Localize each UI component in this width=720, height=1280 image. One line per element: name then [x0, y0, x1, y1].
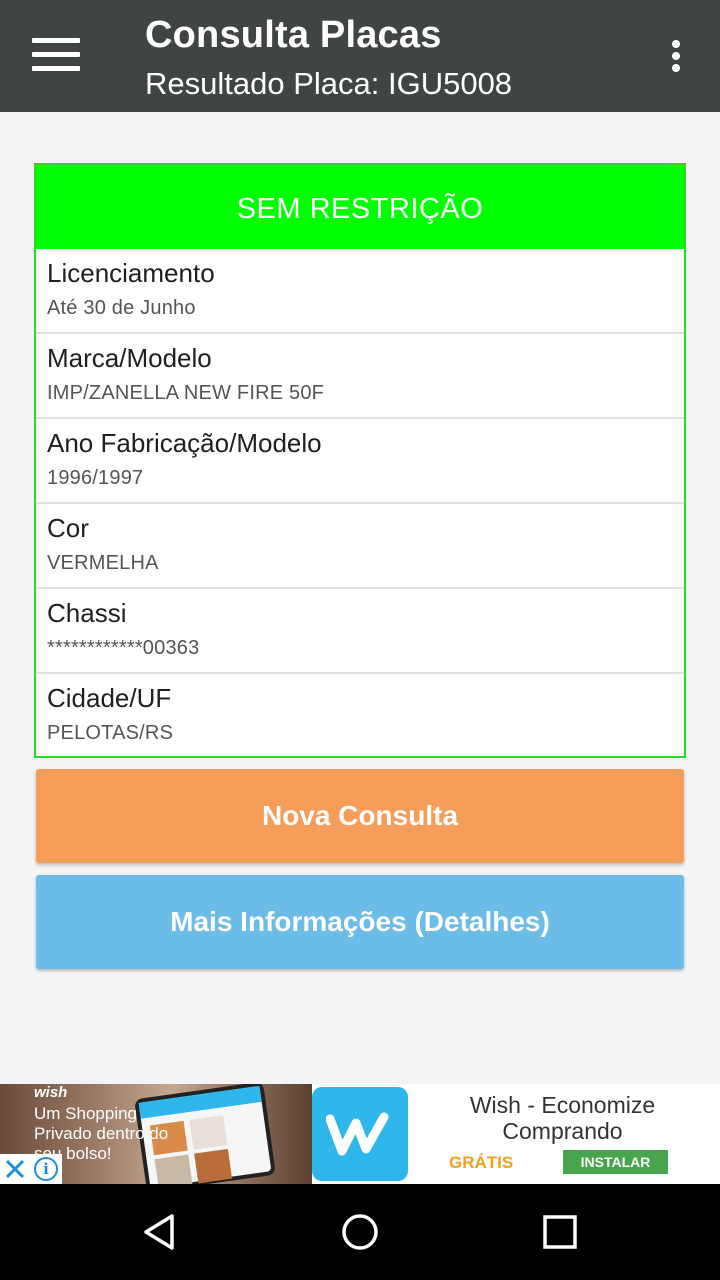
row-label: Cidade/UF	[47, 683, 172, 713]
info-row-cor: Cor VERMELHA	[36, 504, 684, 589]
row-value: PELOTAS/RS	[47, 722, 174, 744]
app-title: Consulta Placas	[145, 14, 442, 56]
new-query-button[interactable]: Nova Consulta	[36, 769, 684, 863]
result-card: SEM RESTRIÇÃO Licenciamento Até 30 de Ju…	[34, 163, 686, 758]
system-nav-bar	[0, 1184, 720, 1280]
row-label: Marca/Modelo	[47, 343, 212, 373]
menu-icon[interactable]	[22, 30, 90, 82]
more-info-button[interactable]: Mais Informações (Detalhes)	[36, 875, 684, 969]
info-row-licenciamento: Licenciamento Até 30 de Junho	[36, 249, 684, 334]
info-row-marca-modelo: Marca/Modelo IMP/ZANELLA NEW FIRE 50F	[36, 334, 684, 419]
back-icon[interactable]	[140, 1212, 180, 1252]
row-value: Até 30 de Junho	[47, 297, 196, 319]
recents-icon[interactable]	[540, 1212, 580, 1252]
home-icon[interactable]	[340, 1212, 380, 1252]
app-bar: Consulta Placas Resultado Placa: IGU5008	[0, 0, 720, 112]
row-label: Cor	[47, 513, 89, 543]
wish-logo-icon	[312, 1087, 408, 1181]
close-icon[interactable]	[4, 1158, 26, 1180]
ad-price: GRÁTIS	[449, 1153, 514, 1172]
ad-controls	[0, 1154, 62, 1184]
info-row-cidade: Cidade/UF PELOTAS/RS	[36, 674, 684, 759]
ad-brand: wish	[34, 1084, 68, 1101]
ad-title: Wish - Economize Comprando	[469, 1092, 656, 1144]
app-subtitle: Resultado Placa: IGU5008	[145, 66, 513, 101]
row-label: Ano Fabricação/Modelo	[47, 428, 322, 458]
more-options-icon[interactable]	[654, 34, 698, 78]
status-banner: SEM RESTRIÇÃO	[36, 165, 684, 249]
ad-banner[interactable]: wish Um Shopping Privado dentro do seu b…	[0, 1084, 720, 1184]
install-button[interactable]: INSTALAR	[563, 1150, 668, 1174]
row-value: ************00363	[47, 637, 200, 659]
row-value: IMP/ZANELLA NEW FIRE 50F	[47, 382, 325, 404]
row-value: 1996/1997	[47, 467, 144, 489]
info-row-chassi: Chassi ************00363	[36, 589, 684, 674]
row-value: VERMELHA	[47, 552, 159, 574]
row-label: Licenciamento	[47, 258, 215, 288]
info-row-ano: Ano Fabricação/Modelo 1996/1997	[36, 419, 684, 504]
info-icon[interactable]	[34, 1157, 58, 1181]
row-label: Chassi	[47, 598, 127, 628]
